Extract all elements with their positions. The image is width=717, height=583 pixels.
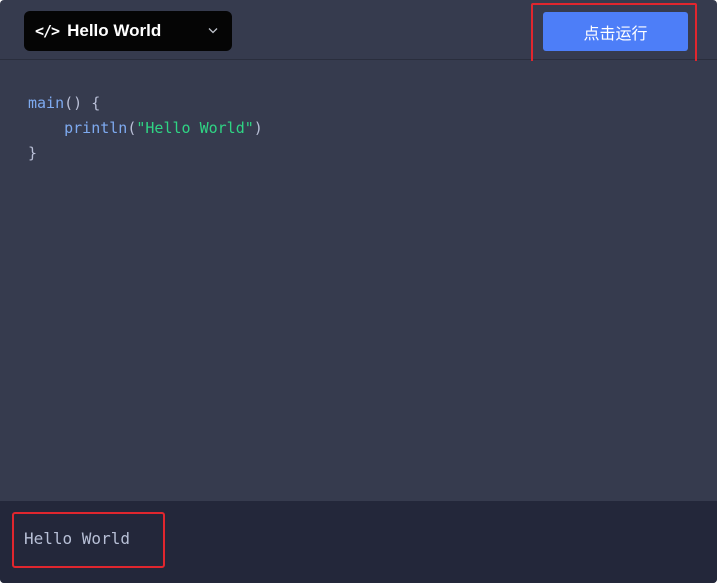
code-signature: () { <box>64 94 101 112</box>
playground-header: </> Hello World 点击运行 <box>0 0 717 65</box>
output-panel: Hello World <box>0 501 717 583</box>
chevron-down-icon <box>208 28 218 34</box>
code-closing-brace: } <box>28 144 38 162</box>
code-function-name: main <box>28 94 65 112</box>
code-call-name: println <box>64 119 128 137</box>
code-icon: </> <box>35 22 60 40</box>
example-select-label: Hello World <box>67 21 162 40</box>
run-button[interactable]: 点击运行 <box>543 12 688 51</box>
code-string-literal: "Hello World" <box>136 119 254 137</box>
code-editor[interactable]: main() { println("Hello World") } <box>0 61 717 501</box>
example-select[interactable]: </> Hello World <box>24 11 232 51</box>
code-call-close: ) <box>253 119 263 137</box>
code-block: main() { println("Hello World") } <box>28 91 263 166</box>
output-text: Hello World <box>24 529 130 548</box>
playground-app: </> Hello World 点击运行 main() { println("H… <box>0 0 717 583</box>
